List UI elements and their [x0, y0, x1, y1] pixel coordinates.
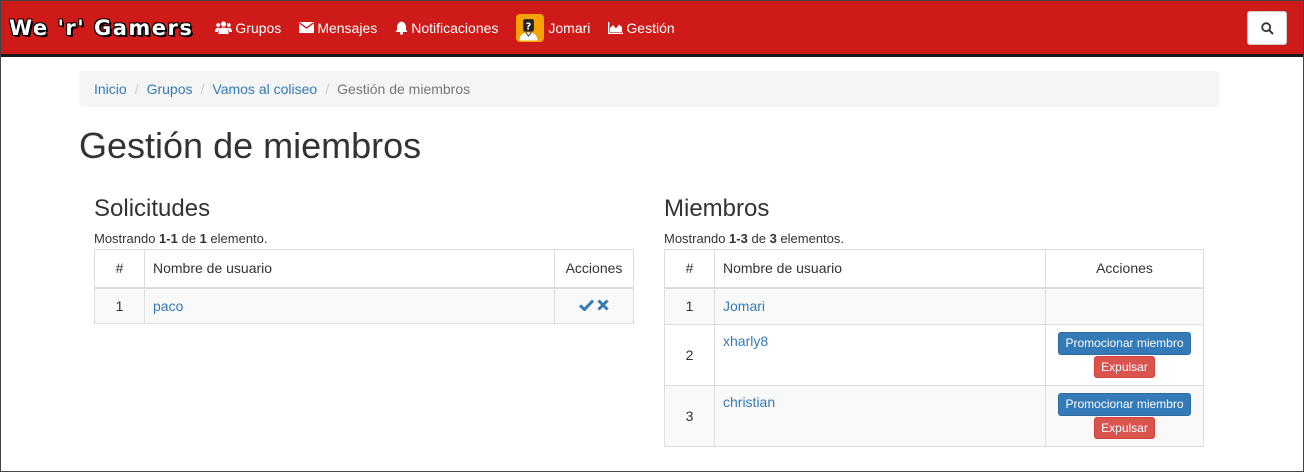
breadcrumb-inicio[interactable]: Inicio	[94, 81, 127, 97]
nav-profile[interactable]: ? Jomari	[516, 13, 591, 42]
members-table: # Nombre de usuario Acciones 1 Jomari 2 …	[664, 249, 1204, 447]
nav-gestion-label: Gestión	[626, 19, 675, 36]
reject-icon[interactable]	[597, 298, 609, 314]
search-button[interactable]	[1247, 11, 1287, 45]
bell-icon	[395, 21, 408, 35]
brand-logo[interactable]: We 'r' Gamers	[9, 16, 193, 40]
table-row: 1 Jomari	[664, 287, 1204, 325]
svg-text:?: ?	[526, 21, 532, 32]
table-row: 2 xharly8 Promocionar miembro Expulsar	[664, 324, 1204, 386]
column-header: #	[664, 249, 715, 289]
nav-gestion[interactable]: Gestión	[608, 19, 675, 36]
username-link[interactable]: christian	[723, 394, 775, 410]
username-link[interactable]: xharly8	[723, 333, 768, 349]
breadcrumb-current: Gestión de miembros	[337, 81, 471, 97]
expel-button[interactable]: Expulsar	[1094, 416, 1155, 440]
row-number: 1	[664, 287, 715, 325]
requests-panel: Solicitudes Mostrando 1-1 de 1 elemento.…	[94, 195, 634, 324]
column-header: Nombre de usuario	[144, 249, 555, 289]
area-chart-icon	[608, 21, 624, 34]
breadcrumb-separator: /	[200, 81, 205, 97]
table-row: 3 christian Promocionar miembro Expulsar	[664, 385, 1204, 447]
username-link[interactable]: paco	[153, 298, 183, 314]
envelope-icon	[299, 22, 315, 33]
promote-member-button[interactable]: Promocionar miembro	[1058, 331, 1191, 355]
members-title: Miembros	[664, 195, 770, 222]
requests-table: # Nombre de usuario Acciones 1 paco	[94, 249, 634, 324]
nav-mensajes[interactable]: Mensajes	[299, 20, 377, 36]
avatar: ?	[516, 13, 545, 42]
nav-profile-label: Jomari	[548, 19, 591, 36]
members-panel: Miembros Mostrando 1-3 de 3 elementos. #…	[664, 195, 1204, 447]
table-row: 1 paco	[94, 287, 634, 324]
column-header: Acciones	[1045, 249, 1204, 289]
nav-mensajes-label: Mensajes	[317, 19, 378, 36]
row-number: 3	[664, 385, 715, 447]
requests-title: Solicitudes	[94, 195, 211, 222]
members-summary: Mostrando 1-3 de 3 elementos.	[664, 231, 845, 246]
breadcrumb-group[interactable]: Vamos al coliseo	[212, 81, 317, 97]
breadcrumb: Inicio / Grupos / Vamos al coliseo / Ges…	[79, 71, 1219, 107]
accept-icon[interactable]	[578, 298, 594, 314]
nav-notificaciones-label: Notificaciones	[411, 19, 499, 36]
promote-member-button[interactable]: Promocionar miembro	[1058, 392, 1191, 416]
navbar: We 'r' Gamers Grupos Mensajes Notificaci…	[1, 1, 1303, 57]
column-header: Acciones	[554, 249, 634, 289]
requests-summary: Mostrando 1-1 de 1 elemento.	[94, 231, 268, 246]
breadcrumb-separator: /	[134, 81, 139, 97]
expel-button[interactable]: Expulsar	[1094, 355, 1155, 379]
column-header: #	[94, 249, 145, 289]
row-number: 1	[94, 287, 145, 324]
username-link[interactable]: Jomari	[723, 298, 765, 314]
nav-notificaciones[interactable]: Notificaciones	[395, 20, 498, 36]
search-icon	[1260, 21, 1274, 35]
breadcrumb-separator: /	[325, 81, 330, 97]
breadcrumb-grupos[interactable]: Grupos	[147, 81, 193, 97]
nav-grupos-label: Grupos	[235, 19, 282, 36]
users-icon	[215, 21, 233, 34]
row-number: 2	[664, 324, 715, 386]
column-header: Nombre de usuario	[714, 249, 1046, 289]
page-title: Gestión de miembros	[79, 125, 422, 166]
nav-grupos[interactable]: Grupos	[215, 20, 281, 36]
